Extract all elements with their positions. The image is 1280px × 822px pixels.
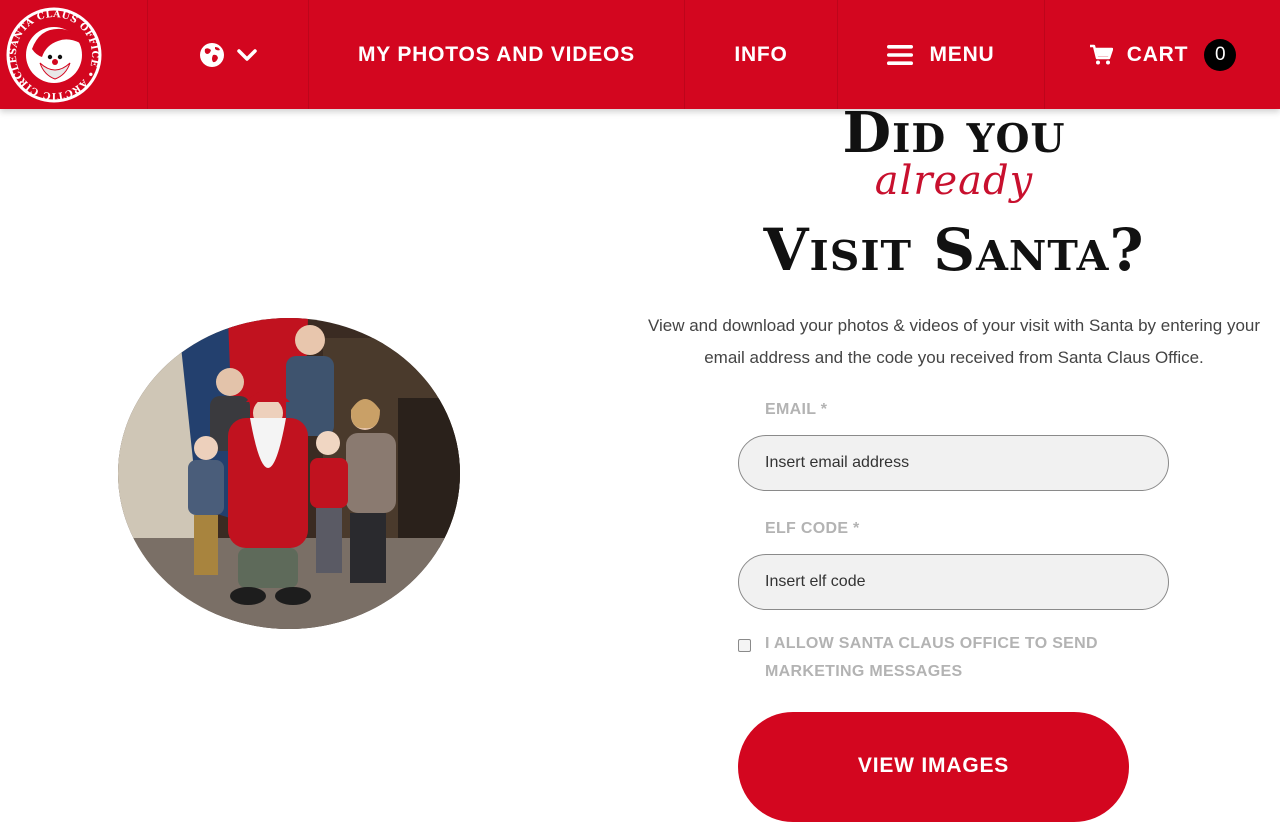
chevron-down-icon <box>237 48 257 61</box>
nav-menu-button[interactable]: MENU <box>838 0 1045 109</box>
nav-cart[interactable]: CART 0 <box>1045 0 1280 109</box>
hamburger-menu-icon <box>887 44 914 65</box>
nav-cart-label: CART <box>1126 42 1189 66</box>
cart-count-badge: 0 <box>1204 38 1237 71</box>
email-label: EMAIL * <box>765 401 828 418</box>
nav-my-photos-and-videos[interactable]: MY PHOTOS AND VIDEOS <box>309 0 685 109</box>
headline-line-1: Did you <box>842 100 1066 166</box>
email-input[interactable] <box>738 435 1169 491</box>
nav-info[interactable]: INFO <box>685 0 838 109</box>
santa-visit-photo <box>118 318 460 629</box>
headline: Did you already Visit Santa? <box>640 100 1268 290</box>
language-selector[interactable] <box>148 0 309 109</box>
intro-text: View and download your photos & videos o… <box>647 316 1261 367</box>
headline-line-3: Visit Santa? <box>763 216 1145 284</box>
shopping-cart-icon <box>1089 44 1113 64</box>
elf-code-label: ELF CODE * <box>765 520 860 537</box>
headline-line-2-script: already <box>874 158 1034 204</box>
logo-link[interactable]: SANTA CLAUS OFFICE • ARCTIC CIRCLE FINLA… <box>0 0 148 109</box>
marketing-consent-checkbox[interactable] <box>738 639 751 652</box>
view-images-button[interactable]: VIEW IMAGES <box>738 712 1129 822</box>
globe-icon <box>200 42 224 67</box>
nav-info-label: INFO <box>734 42 788 66</box>
marketing-consent-label: I ALLOW SANTA CLAUS OFFICE TO SEND MARKE… <box>765 635 1098 680</box>
top-navigation-bar: SANTA CLAUS OFFICE • ARCTIC CIRCLE FINLA… <box>0 0 1280 109</box>
nav-my-photos-label: MY PHOTOS AND VIDEOS <box>358 42 635 66</box>
nav-menu-label: MENU <box>929 42 995 66</box>
santa-claus-office-logo: SANTA CLAUS OFFICE • ARCTIC CIRCLE FINLA… <box>0 1 102 102</box>
elf-code-input[interactable] <box>738 554 1169 610</box>
